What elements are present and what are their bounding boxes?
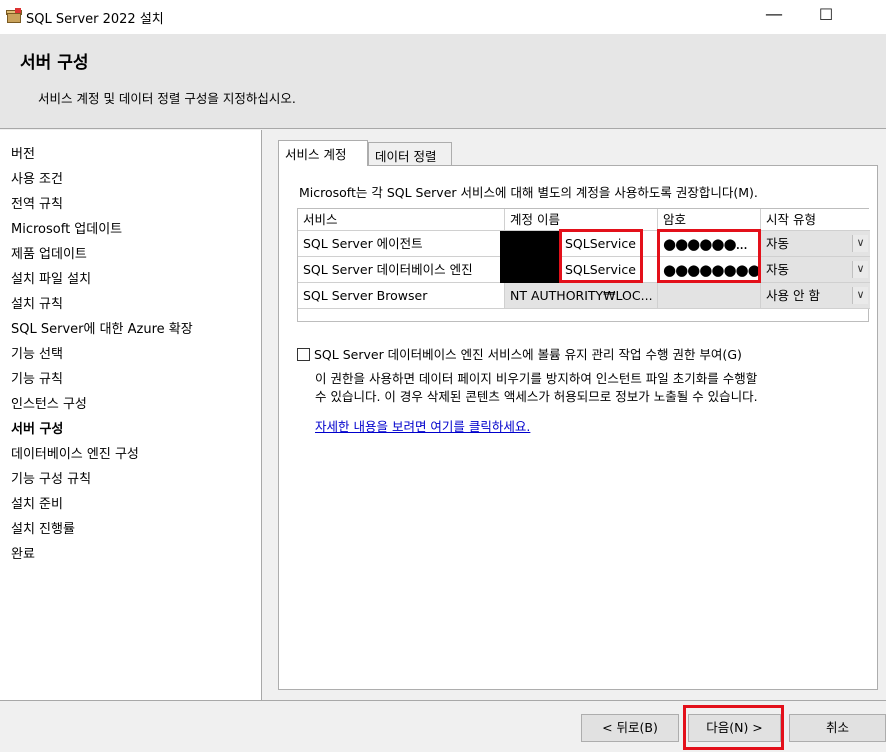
volume-maintenance-label: SQL Server 데이터베이스 엔진 서비스에 볼륨 유지 관리 작업 수행… [314, 347, 742, 362]
footer-bar: < 뒤로(B) 다음(N) > 취소 [0, 700, 886, 752]
page-title: 서버 구성 [20, 53, 89, 73]
table-row-service: SQL Server 에이전트 [298, 231, 505, 257]
cancel-button[interactable]: 취소 [789, 714, 886, 742]
column-header-service: 서비스 [298, 209, 505, 231]
explanation-line-2: 수 있습니다. 이 경우 삭제된 콘텐츠 액세스가 허용되므로 정보가 노출될 … [315, 389, 758, 404]
minimize-button[interactable]: — [746, 0, 802, 32]
startup-type-value: 사용 안 함 [766, 288, 820, 303]
table-row-service: SQL Server Browser [298, 283, 505, 309]
password-disabled [658, 283, 761, 309]
nav-item-product-updates[interactable]: 제품 업데이트 [11, 243, 87, 262]
nav-item-feature-rules[interactable]: 기능 규칙 [11, 368, 63, 387]
setup-app-icon [6, 8, 22, 24]
nav-item-complete[interactable]: 완료 [11, 543, 35, 562]
nav-item-install-setup-files[interactable]: 설치 파일 설치 [11, 268, 91, 287]
startup-type-select[interactable]: 자동 ∨ [761, 231, 870, 257]
service-accounts-panel: Microsoft는 각 SQL Server 서비스에 대해 별도의 계정을 … [278, 165, 878, 690]
back-button[interactable]: < 뒤로(B) [581, 714, 679, 742]
window-title: SQL Server 2022 설치 [26, 12, 164, 27]
nav-item-feature-configuration-rules[interactable]: 기능 구성 규칙 [11, 468, 91, 487]
startup-type-select[interactable]: 사용 안 함 ∨ [761, 283, 870, 309]
column-header-password: 암호 [658, 209, 761, 231]
nav-item-edition[interactable]: 버전 [11, 143, 35, 162]
nav-item-azure-extension[interactable]: SQL Server에 대한 Azure 확장 [11, 318, 193, 337]
startup-type-select[interactable]: 자동 ∨ [761, 257, 870, 283]
page-header: 서버 구성 서비스 계정 및 데이터 정렬 구성을 지정하십시오. [0, 34, 886, 129]
password-highlight [657, 229, 761, 283]
details-link[interactable]: 자세한 내용을 보려면 여기를 클릭하세요. [315, 416, 530, 435]
nav-item-install-rules[interactable]: 설치 규칙 [11, 293, 63, 312]
maximize-button[interactable]: ☐ [798, 0, 854, 32]
account-name-highlight [559, 229, 643, 283]
page-description: 서비스 계정 및 데이터 정렬 구성을 지정하십시오. [38, 91, 296, 106]
tab-collation[interactable]: 데이터 정렬 [368, 142, 452, 166]
nav-item-installation-progress[interactable]: 설치 진행률 [11, 518, 75, 537]
column-header-startup-type: 시작 유형 [761, 209, 870, 231]
volume-maintenance-option[interactable]: SQL Server 데이터베이스 엔진 서비스에 볼륨 유지 관리 작업 수행… [297, 344, 742, 363]
tab-service-accounts[interactable]: 서비스 계정 [278, 140, 368, 166]
next-button-highlight [683, 705, 784, 750]
chevron-down-icon[interactable]: ∨ [852, 261, 868, 278]
setup-steps-nav: 버전 사용 조건 전역 규칙 Microsoft 업데이트 제품 업데이트 설치… [0, 130, 262, 700]
service-accounts-grid: 서비스 계정 이름 암호 시작 유형 SQL Server 에이전트 SQLSe… [297, 208, 870, 322]
volume-maintenance-checkbox[interactable] [297, 348, 310, 361]
explanation-line-1: 이 권한을 사용하면 데이터 페이지 비우기를 방지하여 인스턴트 파일 초기화… [315, 371, 758, 386]
column-header-account-name: 계정 이름 [505, 209, 658, 231]
startup-type-value: 자동 [766, 262, 790, 277]
recommendation-text: Microsoft는 각 SQL Server 서비스에 대해 별도의 계정을 … [299, 185, 758, 200]
chevron-down-icon[interactable]: ∨ [852, 287, 868, 304]
nav-item-license-terms[interactable]: 사용 조건 [11, 168, 63, 187]
startup-type-value: 자동 [766, 236, 790, 251]
title-bar: SQL Server 2022 설치 — ☐ [0, 0, 886, 34]
nav-item-microsoft-update[interactable]: Microsoft 업데이트 [11, 218, 122, 237]
content-area: 서비스 계정 데이터 정렬 Microsoft는 각 SQL Server 서비… [263, 130, 886, 700]
nav-item-instance-configuration[interactable]: 인스턴스 구성 [11, 393, 87, 412]
nav-item-global-rules[interactable]: 전역 규칙 [11, 193, 63, 212]
nav-item-database-engine-configuration[interactable]: 데이터베이스 엔진 구성 [11, 443, 139, 462]
nav-item-feature-selection[interactable]: 기능 선택 [11, 343, 63, 362]
volume-maintenance-explanation: 이 권한을 사용하면 데이터 페이지 비우기를 방지하여 인스턴트 파일 초기화… [315, 370, 758, 406]
chevron-down-icon[interactable]: ∨ [852, 235, 868, 252]
redaction-block [500, 231, 560, 283]
account-name-readonly: NT AUTHORITY₩LOC... [505, 283, 658, 309]
nav-item-ready-to-install[interactable]: 설치 준비 [11, 493, 63, 512]
table-row-service: SQL Server 데이터베이스 엔진 [298, 257, 505, 283]
nav-item-server-configuration[interactable]: 서버 구성 [11, 418, 63, 437]
